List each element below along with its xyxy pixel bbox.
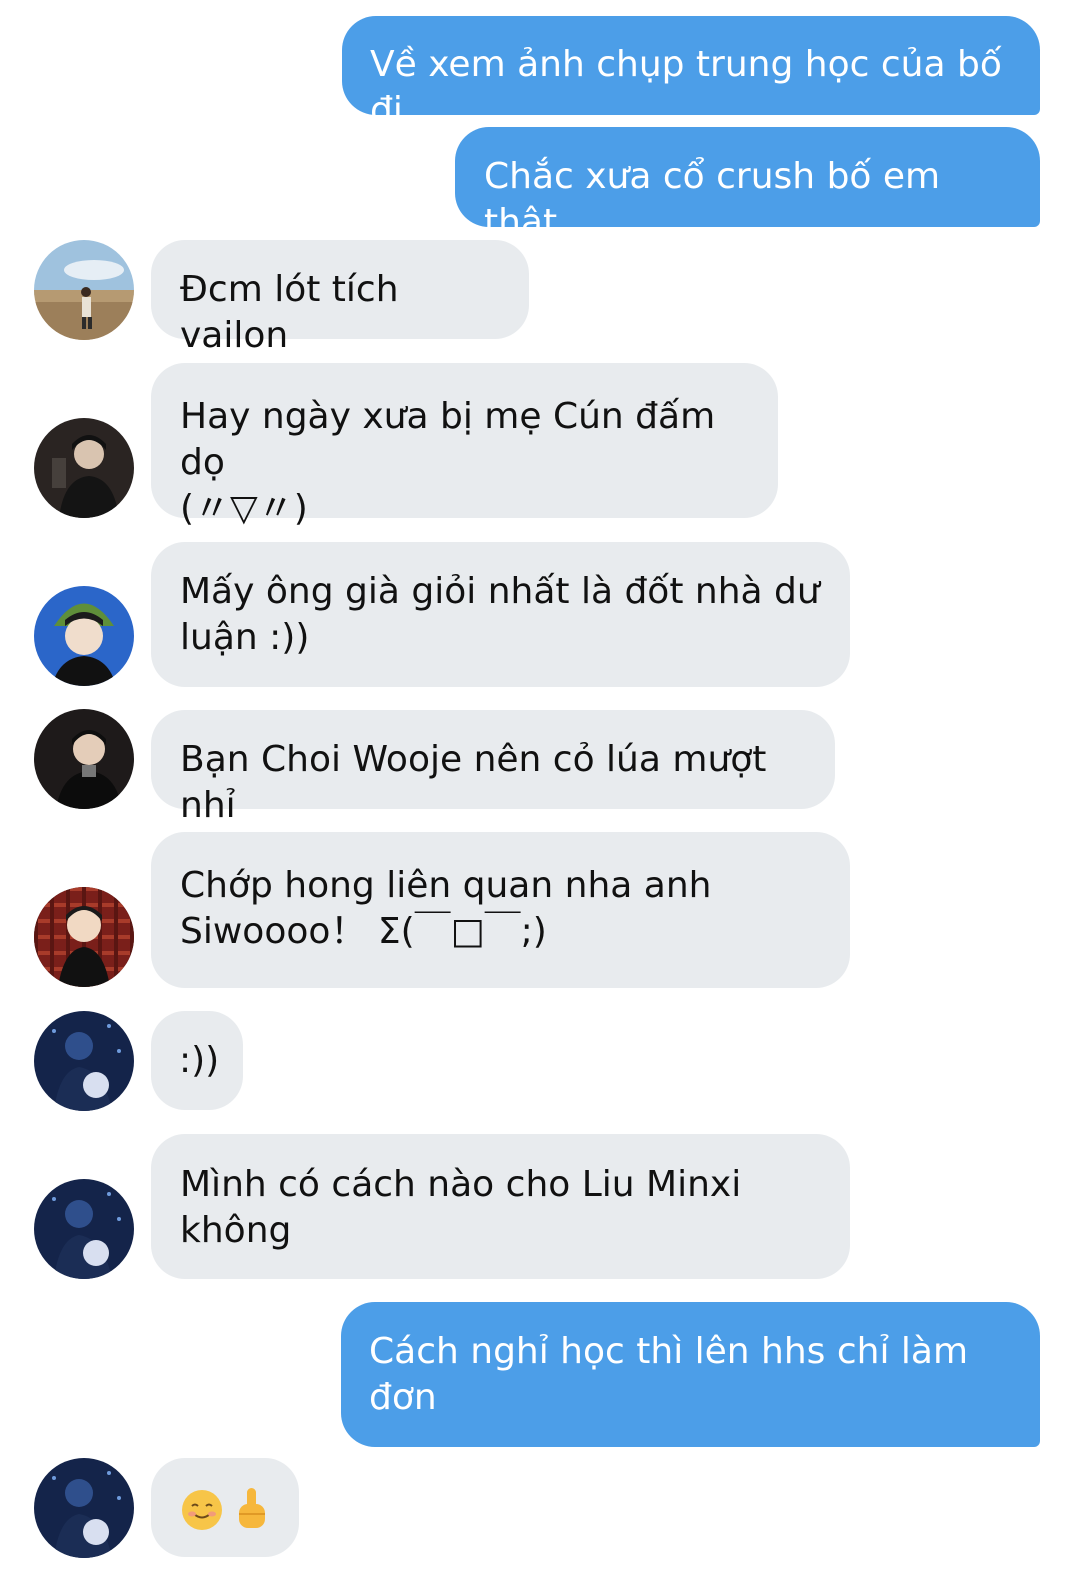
message-bubble-sent[interactable]: Về xem ảnh chụp trung học của bố đi bbox=[342, 16, 1040, 131]
avatar-field-photo-icon bbox=[34, 240, 134, 340]
message-bubble-received[interactable] bbox=[151, 1458, 299, 1557]
avatar-green-hat-icon bbox=[34, 586, 134, 686]
avatar-blue-night-icon bbox=[34, 1179, 134, 1279]
message-bubble-sent[interactable]: Chắc xưa cổ crush bố em thật bbox=[455, 127, 1040, 243]
message-bubble-received[interactable]: Mình có cách nào cho Liu Minxi không bbox=[151, 1134, 850, 1279]
avatar[interactable] bbox=[34, 709, 134, 809]
avatar-blue-night-icon bbox=[34, 1458, 134, 1558]
avatar[interactable] bbox=[34, 1179, 134, 1279]
avatar-dark-portrait-icon bbox=[34, 418, 134, 518]
avatar[interactable] bbox=[34, 586, 134, 686]
avatar[interactable] bbox=[34, 240, 134, 340]
avatar[interactable] bbox=[34, 1011, 134, 1111]
avatar-red-plaid-icon bbox=[34, 887, 134, 987]
message-bubble-sent[interactable]: Cách nghỉ học thì lên hhs chỉ làm đơn bbox=[341, 1302, 1040, 1447]
smiling-face-icon bbox=[182, 1490, 222, 1530]
avatar[interactable] bbox=[34, 418, 134, 518]
message-bubble-received[interactable]: :)) bbox=[151, 1011, 243, 1110]
avatar[interactable] bbox=[34, 887, 134, 987]
avatar[interactable] bbox=[34, 1458, 134, 1558]
avatar-blue-night-icon bbox=[34, 1011, 134, 1111]
message-bubble-received[interactable]: Đcm lót tích vailon bbox=[151, 240, 529, 356]
message-bubble-received[interactable]: Chớp hong liên quan nha anh Siwoooo！ Σ(￣… bbox=[151, 832, 850, 988]
avatar-black-coat-icon bbox=[34, 709, 134, 809]
hand-gesture-icon bbox=[239, 1488, 265, 1528]
message-bubble-received[interactable]: Mấy ông già giỏi nhất là đốt nhà dư luận… bbox=[151, 542, 850, 687]
message-bubble-received[interactable]: Hay ngày xưa bị mẹ Cún đấm dọ (〃▽〃) bbox=[151, 363, 778, 529]
message-bubble-received[interactable]: Bạn Choi Wooje nên cỏ lúa mượt nhỉ bbox=[151, 710, 835, 826]
